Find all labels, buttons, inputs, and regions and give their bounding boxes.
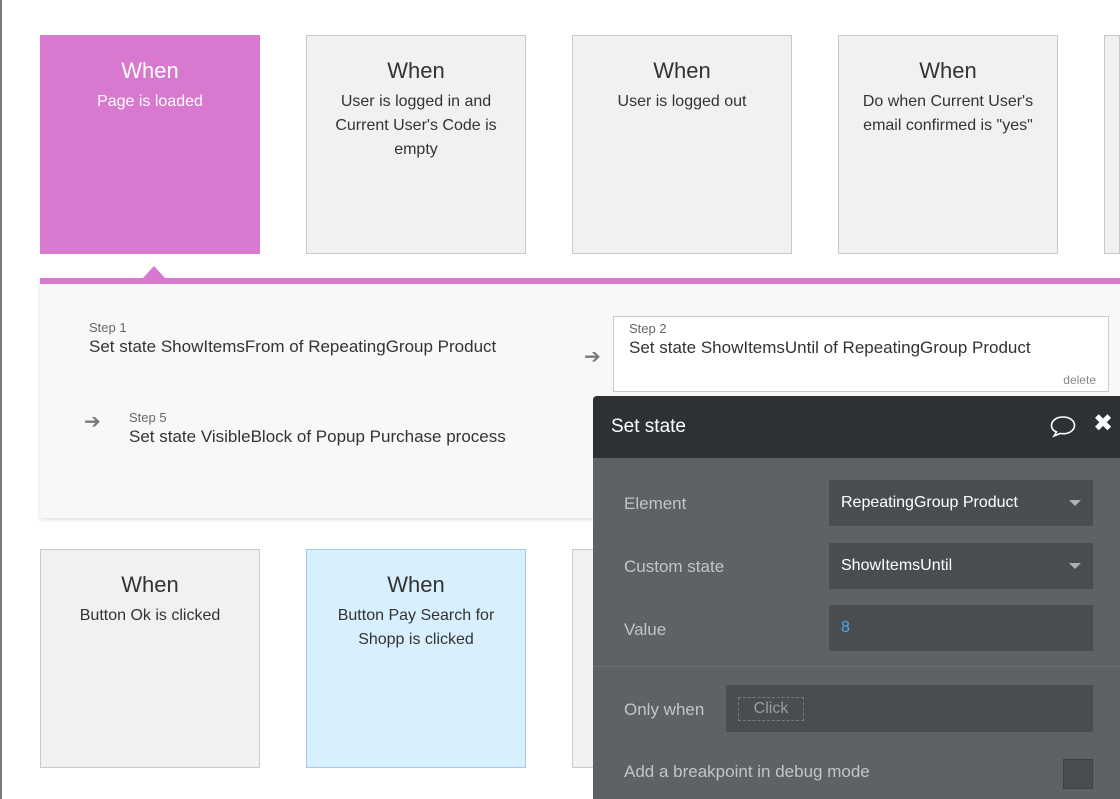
event-email-confirmed[interactable]: When Do when Current User's email confir… (838, 35, 1058, 254)
value-label: Value (624, 620, 667, 639)
event-button-pay-clicked[interactable]: When Button Pay Search for Shopp is clic… (306, 549, 526, 768)
step-number: Step 2 (629, 321, 667, 336)
event-condition: Button Pay Search for Shopp is clicked (337, 607, 495, 648)
step-action-text: Set state ShowItemsFrom of RepeatingGrou… (89, 337, 497, 356)
event-when-label: When (121, 58, 179, 83)
custom-state-value: ShowItemsUntil (841, 557, 953, 574)
step-action-text: Set state VisibleBlock of Popup Purchase… (129, 427, 506, 446)
event-condition: Button Ok is clicked (79, 607, 221, 624)
event-user-logged-out[interactable]: When User is logged out (572, 35, 792, 254)
property-editor-header[interactable]: Set state ✖ (593, 396, 1120, 458)
event-when-label: When (653, 58, 711, 83)
element-value: RepeatingGroup Product (841, 494, 1018, 511)
property-editor-title: Set state (611, 416, 686, 437)
breakpoint-label: Add a breakpoint in debug mode (624, 762, 870, 781)
step-action-text: Set state ShowItemsUntil of RepeatingGro… (629, 338, 1031, 357)
event-condition: User is logged in and Current User's Cod… (335, 93, 497, 158)
only-when-input[interactable]: Click (726, 685, 1093, 732)
event-card-partial[interactable] (1104, 35, 1120, 254)
property-editor-panel: Set state ✖ Element RepeatingGroup Produ… (593, 396, 1120, 799)
event-when-label: When (387, 572, 445, 597)
event-page-loaded[interactable]: When Page is loaded (40, 35, 260, 254)
event-condition: User is logged out (617, 93, 747, 110)
step-number: Step 1 (89, 320, 127, 335)
event-user-logged-in[interactable]: When User is logged in and Current User'… (306, 35, 526, 254)
event-when-label: When (387, 58, 445, 83)
event-condition: Page is loaded (97, 93, 203, 110)
chevron-down-icon (1069, 563, 1081, 569)
section-divider (593, 666, 1120, 667)
custom-state-dropdown[interactable]: ShowItemsUntil (829, 543, 1093, 589)
comment-icon[interactable] (1049, 414, 1077, 438)
event-condition: Do when Current User's email confirmed i… (862, 93, 1034, 134)
canvas-left-border (0, 0, 2, 799)
workflow-step-2[interactable]: Step 2 Set state ShowItemsUntil of Repea… (613, 316, 1109, 392)
only-when-click-placeholder[interactable]: Click (738, 697, 804, 721)
close-icon[interactable]: ✖ (1093, 410, 1113, 438)
breakpoint-checkbox[interactable] (1063, 759, 1093, 789)
arrow-right-icon: ➔ (584, 346, 601, 368)
workflow-step-1[interactable]: Step 1 Set state ShowItemsFrom of Repeat… (89, 320, 496, 358)
event-when-label: When (919, 58, 977, 83)
event-when-label: When (121, 572, 179, 597)
selected-event-pointer (143, 266, 165, 278)
event-button-ok-clicked[interactable]: When Button Ok is clicked (40, 549, 260, 768)
custom-state-label: Custom state (624, 557, 725, 576)
chevron-down-icon (1069, 500, 1081, 506)
delete-step-link[interactable]: delete (1063, 373, 1096, 387)
element-dropdown[interactable]: RepeatingGroup Product (829, 480, 1093, 526)
workflow-step-5[interactable]: Step 5 Set state VisibleBlock of Popup P… (129, 410, 506, 448)
element-label: Element (624, 494, 687, 513)
step-number: Step 5 (129, 410, 167, 425)
arrow-right-icon: ➔ (84, 411, 101, 433)
only-when-label: Only when (624, 700, 705, 719)
value-input[interactable]: 8 (829, 605, 1093, 651)
